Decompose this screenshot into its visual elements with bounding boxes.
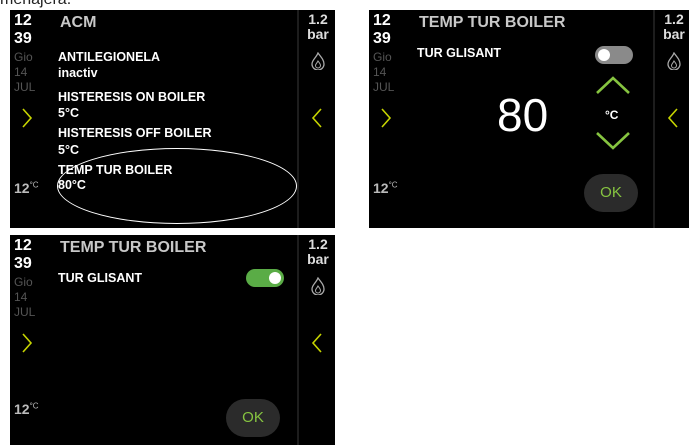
screen-acm-menu: 12 39 Gio 14 JUL 12°C ACM ANTILEGIONELA … xyxy=(10,10,335,228)
left-status-column: 12 39 Gio 14 JUL 12°C xyxy=(10,235,52,445)
outside-temperature: 12°C xyxy=(14,180,39,196)
chevron-left-icon[interactable] xyxy=(664,106,682,130)
day-of-month: 14 xyxy=(14,65,28,79)
clock-hour: 12 xyxy=(14,12,32,29)
pressure-unit: bar xyxy=(663,26,685,42)
chevron-up-icon[interactable] xyxy=(594,74,632,96)
clock-minute: 39 xyxy=(14,30,32,47)
menu-item-histeresis-off-value: 5°C xyxy=(58,143,79,157)
chevron-right-icon[interactable] xyxy=(377,106,395,130)
chevron-left-icon[interactable] xyxy=(308,106,326,130)
outside-temp-value: 12 xyxy=(14,401,30,417)
outside-temp-value: 12 xyxy=(373,180,389,196)
pressure-value: 1.2 xyxy=(308,11,328,27)
menu-item-antilegionela-label[interactable]: ANTILEGIONELA xyxy=(58,50,160,64)
menu-item-antilegionela-value: inactiv xyxy=(58,66,98,80)
pressure-readout: 1.2 bar xyxy=(660,12,688,42)
right-status-column: 1.2 bar xyxy=(297,235,335,445)
flame-icon xyxy=(311,52,325,70)
tur-glisant-toggle[interactable] xyxy=(595,46,633,64)
pressure-unit: bar xyxy=(307,251,329,267)
flame-icon xyxy=(311,277,325,295)
day-of-week: Gio xyxy=(14,275,33,289)
pressure-value: 1.2 xyxy=(308,236,328,252)
outside-temp-unit: °C xyxy=(29,180,39,190)
month: JUL xyxy=(14,80,36,94)
right-status-column: 1.2 bar xyxy=(297,10,335,228)
screen-temp-tur-boiler-glisant: 12 39 Gio 14 JUL 12°C TEMP TUR BOILER TU… xyxy=(10,235,335,445)
chevron-right-icon[interactable] xyxy=(18,331,36,355)
menu-item-histeresis-off-label[interactable]: HISTERESIS OFF BOILER xyxy=(58,126,212,140)
page-title: TEMP TUR BOILER xyxy=(419,14,566,31)
ok-button[interactable]: OK xyxy=(226,399,280,437)
clock-minute: 39 xyxy=(14,255,32,272)
page-title: TEMP TUR BOILER xyxy=(60,239,207,256)
day-of-month: 14 xyxy=(14,290,28,304)
pressure-value: 1.2 xyxy=(664,11,684,27)
outside-temp-unit: °C xyxy=(29,401,39,411)
pressure-unit: bar xyxy=(307,26,329,42)
menu-item-histeresis-on-value: 5°C xyxy=(58,106,79,120)
pressure-readout: 1.2 bar xyxy=(304,12,332,42)
outside-temperature: 12°C xyxy=(373,180,398,196)
page-title: ACM xyxy=(60,14,97,31)
day-of-week: Gio xyxy=(14,50,33,64)
chevron-left-icon[interactable] xyxy=(308,331,326,355)
clock-hour: 12 xyxy=(14,237,32,254)
ok-button[interactable]: OK xyxy=(584,174,638,212)
tur-glisant-label: TUR GLISANT xyxy=(58,271,143,285)
toggle-knob xyxy=(269,272,281,284)
clock-minute: 39 xyxy=(373,30,391,47)
left-status-column: 12 39 Gio 14 JUL 12°C xyxy=(369,10,411,228)
month: JUL xyxy=(14,305,36,319)
left-status-column: 12 39 Gio 14 JUL 12°C xyxy=(10,10,52,228)
highlight-ellipse xyxy=(57,148,297,224)
tur-glisant-toggle[interactable] xyxy=(246,269,284,287)
setpoint-unit: °C xyxy=(605,108,619,122)
outside-temp-unit: °C xyxy=(388,180,398,190)
flame-icon xyxy=(667,52,681,70)
toggle-knob xyxy=(598,49,610,61)
outside-temp-value: 12 xyxy=(14,180,30,196)
setpoint-value: 80 xyxy=(497,89,549,141)
outside-temperature: 12°C xyxy=(14,401,39,417)
chevron-right-icon[interactable] xyxy=(18,106,36,130)
day-of-month: 14 xyxy=(373,65,387,79)
right-status-column: 1.2 bar xyxy=(653,10,689,228)
screen-temp-tur-boiler-edit: 12 39 Gio 14 JUL 12°C TEMP TUR BOILER TU… xyxy=(369,10,689,228)
day-of-week: Gio xyxy=(373,50,392,64)
page-caption: menajera. xyxy=(0,0,71,9)
menu-item-histeresis-on-label[interactable]: HISTERESIS ON BOILER xyxy=(58,90,205,104)
chevron-down-icon[interactable] xyxy=(594,130,632,152)
tur-glisant-label: TUR GLISANT xyxy=(417,46,502,60)
pressure-readout: 1.2 bar xyxy=(304,237,332,267)
month: JUL xyxy=(373,80,395,94)
clock-hour: 12 xyxy=(373,12,391,29)
